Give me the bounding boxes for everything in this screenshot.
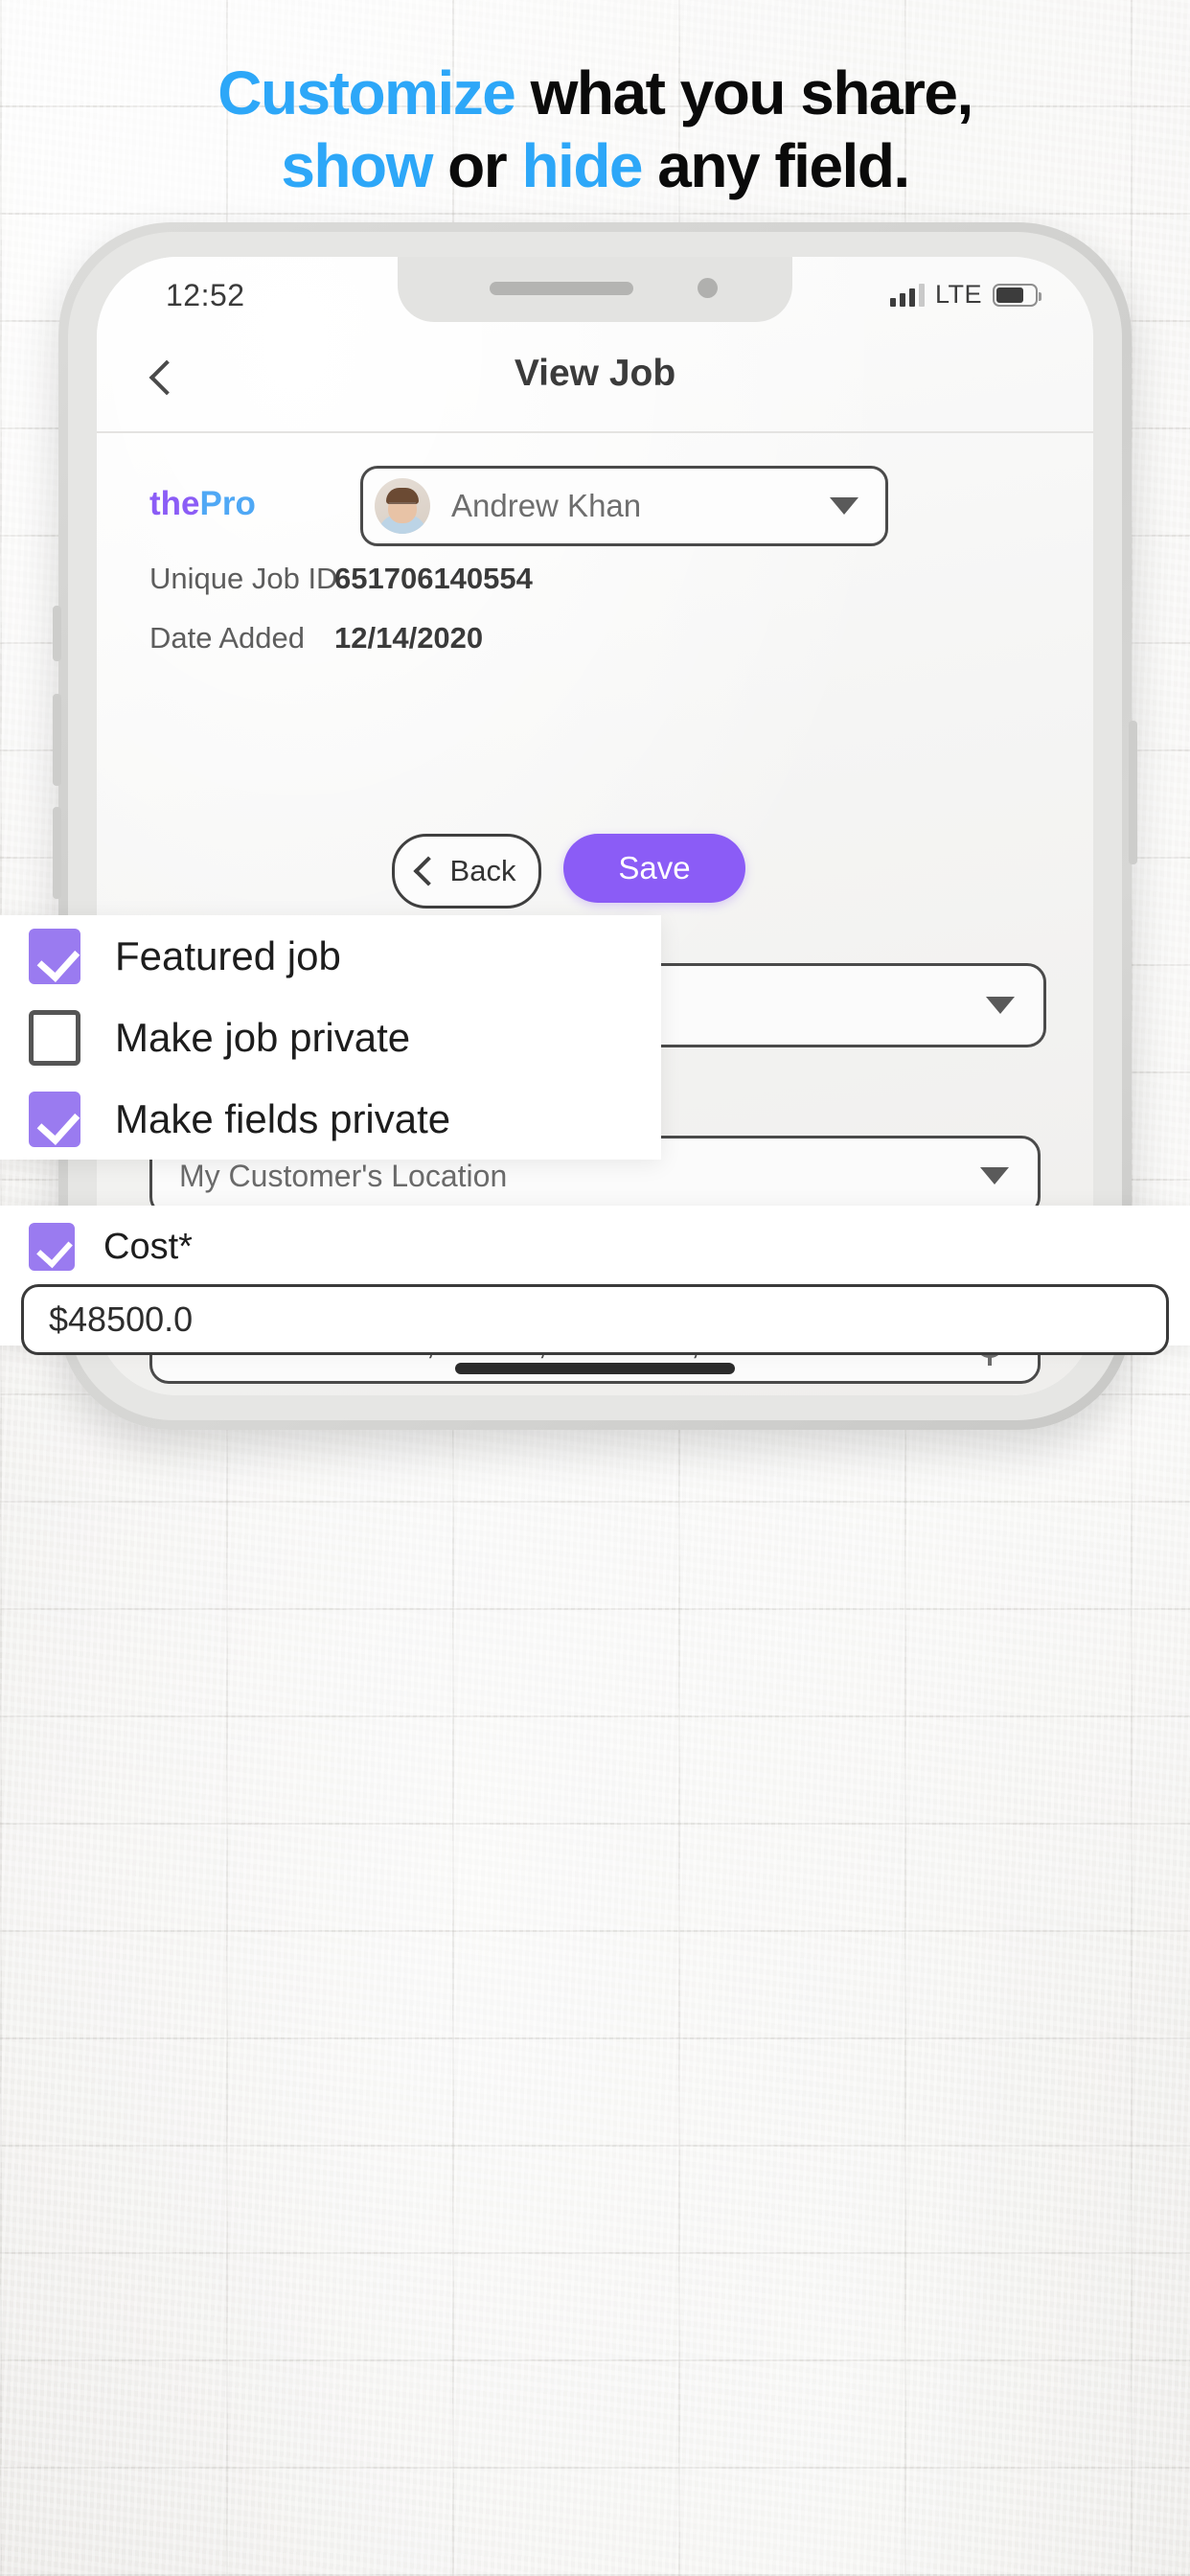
chevron-down-icon [980,1167,1009,1184]
app-logo: thePro [149,485,256,523]
battery-icon [993,283,1041,307]
cost-label: Cost* [103,1226,193,1267]
headline-accent-hide: hide [521,130,643,200]
privacy-options-callout: Featured job Make job private Make field… [0,915,661,1160]
back-button-label: Back [449,854,516,887]
cost-checkbox-row[interactable]: Cost* [0,1206,1190,1271]
page-headline: Customize what you share, show or hide a… [0,58,1190,200]
featured-job-label: Featured job [115,932,341,978]
make-job-private-row[interactable]: Make job private [0,997,661,1078]
unique-job-id-label: Unique Job ID [149,562,338,595]
status-bar-indicators: LTE [889,280,1041,310]
cost-checkbox[interactable] [29,1223,75,1271]
customer-name: Andrew Khan [451,488,642,523]
featured-job-checkbox[interactable] [29,928,80,984]
service-location-value: My Customer's Location [179,1158,508,1193]
logo-pro: Pro [199,485,256,522]
home-indicator [455,1363,735,1374]
status-bar: 12:52 LTE [97,257,1093,328]
headline-line1-rest: what you share, [515,58,974,127]
customer-select[interactable]: Andrew Khan [360,466,888,546]
network-type-label: LTE [934,280,982,309]
save-button[interactable]: Save [563,834,745,903]
phone-volume-up-button [53,694,61,786]
date-added-value: 12/14/2020 [334,621,484,655]
brand-and-customer-row: thePro Andrew Khan [97,458,1093,550]
app-nav-bar: View Job [97,328,1093,433]
logo-the: the [149,485,200,522]
chevron-down-icon [986,997,1015,1014]
unique-job-id-value: 651706140554 [334,562,533,595]
make-job-private-label: Make job private [115,1014,411,1060]
signal-bars-icon [889,283,925,307]
make-job-private-checkbox[interactable] [29,1009,80,1066]
make-fields-private-label: Make fields private [115,1095,451,1141]
date-added-label: Date Added [149,621,306,655]
cost-field-callout: Cost* $48500.0 [0,1206,1190,1355]
cost-value: $48500.0 [49,1300,194,1339]
headline-accent-show: show [281,130,433,200]
phone-power-button [1129,721,1137,864]
make-fields-private-checkbox[interactable] [29,1091,80,1147]
phone-volume-down-button [53,807,61,899]
phone-silent-switch [53,606,61,661]
avatar [375,478,430,534]
save-button-label: Save [618,850,691,886]
page-title: View Job [514,353,676,394]
back-button[interactable]: Back [392,834,541,908]
status-bar-time: 12:52 [166,278,245,312]
headline-line2-rest: any field. [642,130,910,200]
featured-job-row[interactable]: Featured job [0,915,661,997]
chevron-down-icon [830,497,858,515]
headline-accent-customize: Customize [217,58,516,127]
cost-input[interactable]: $48500.0 [21,1284,1169,1355]
chevron-left-icon [412,856,444,886]
form-action-buttons: Back Save [97,834,1093,910]
make-fields-private-row[interactable]: Make fields private [0,1078,661,1160]
headline-line2-mid: or [431,130,522,200]
